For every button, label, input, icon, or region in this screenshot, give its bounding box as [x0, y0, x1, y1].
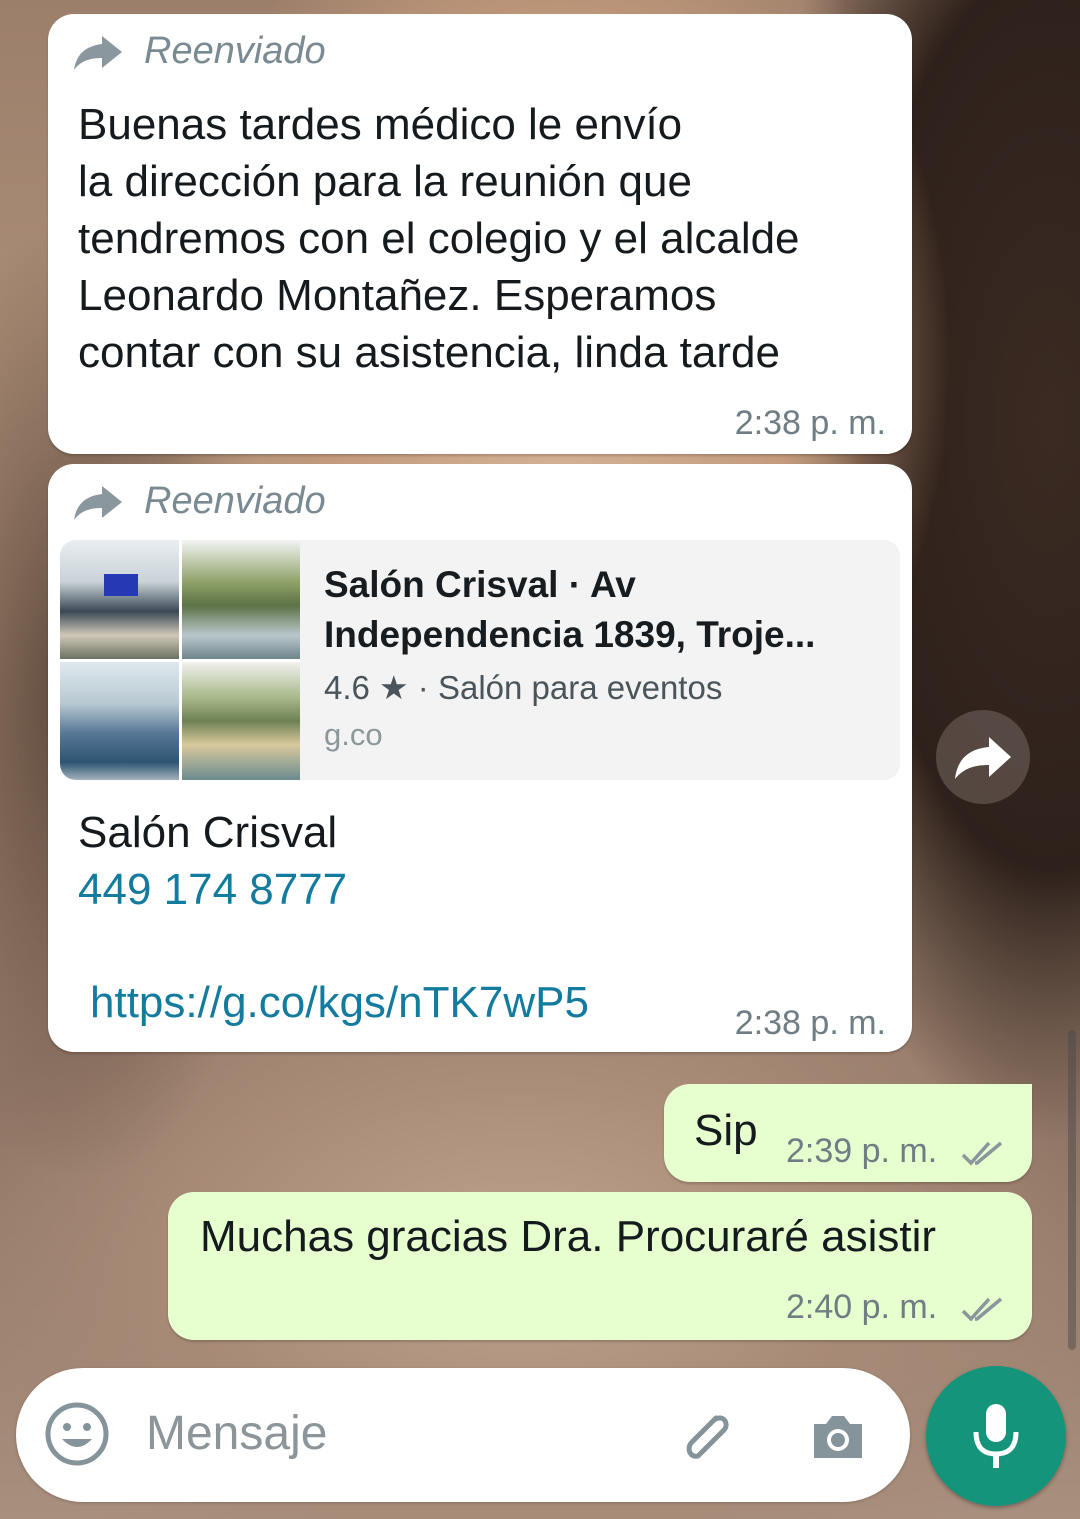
- share-button[interactable]: [936, 710, 1030, 804]
- preview-thumb: [181, 661, 300, 780]
- message-time: 2:39 p. m.: [786, 1132, 1007, 1171]
- microphone-button[interactable]: [926, 1366, 1066, 1506]
- preview-subtitle: 4.6 ★ · Salón para eventos: [324, 669, 723, 706]
- message-text: Muchas gracias Dra. Procuraré asistir: [200, 1212, 937, 1261]
- preview-thumb: [60, 661, 179, 780]
- preview-image: [60, 540, 300, 780]
- message-bubble-outgoing[interactable]: Sip 2:39 p. m.: [664, 1084, 1032, 1182]
- microphone-icon: [973, 1404, 1019, 1468]
- message-text: Sip: [694, 1106, 758, 1155]
- message-composer[interactable]: Mensaje: [16, 1368, 910, 1502]
- camera-icon[interactable]: [806, 1404, 870, 1468]
- message-input[interactable]: Mensaje: [146, 1406, 327, 1461]
- double-check-icon: [961, 1141, 1002, 1166]
- message-bubble-outgoing[interactable]: Muchas gracias Dra. Procuraré asistir 2:…: [168, 1192, 1032, 1340]
- forward-arrow-icon: [74, 35, 122, 70]
- double-check-icon: [961, 1297, 1002, 1322]
- message-time-text: 2:39 p. m.: [786, 1132, 938, 1170]
- message-time-text: 2:40 p. m.: [786, 1288, 938, 1326]
- message-time: 2:40 p. m.: [786, 1288, 1007, 1327]
- share-icon: [955, 737, 1011, 779]
- forward-arrow-icon: [74, 485, 122, 520]
- phone-link[interactable]: 449 174 8777: [78, 861, 347, 918]
- message-time: 2:38 p. m.: [734, 1004, 886, 1042]
- preview-thumb: [181, 540, 300, 659]
- place-name: Salón Crisval: [78, 808, 338, 857]
- link-preview-card[interactable]: Salón Crisval · Av Independencia 1839, T…: [60, 540, 900, 780]
- message-bubble-forwarded-text[interactable]: Reenviado Buenas tardes médico le envío …: [48, 14, 912, 454]
- preview-thumb: [60, 540, 179, 659]
- forwarded-label: Reenviado: [144, 480, 326, 522]
- paperclip-icon[interactable]: [676, 1404, 740, 1468]
- message-time: 2:38 p. m.: [734, 404, 886, 442]
- forwarded-indicator: Reenviado: [72, 480, 326, 523]
- message-text: Buenas tardes médico le envío la direcci…: [78, 100, 800, 377]
- url-link[interactable]: https://g.co/kgs/nTK7wP5: [90, 974, 589, 1031]
- message-bubble-forwarded-link[interactable]: Reenviado Salón Crisval · Av Independenc…: [48, 464, 912, 1052]
- emoji-icon[interactable]: [44, 1401, 110, 1467]
- scrollbar[interactable]: [1068, 1030, 1076, 1350]
- forwarded-label: Reenviado: [144, 30, 326, 72]
- forwarded-indicator: Reenviado: [72, 30, 326, 73]
- preview-domain: g.co: [324, 717, 383, 752]
- preview-title: Salón Crisval · Av Independencia 1839, T…: [324, 564, 816, 655]
